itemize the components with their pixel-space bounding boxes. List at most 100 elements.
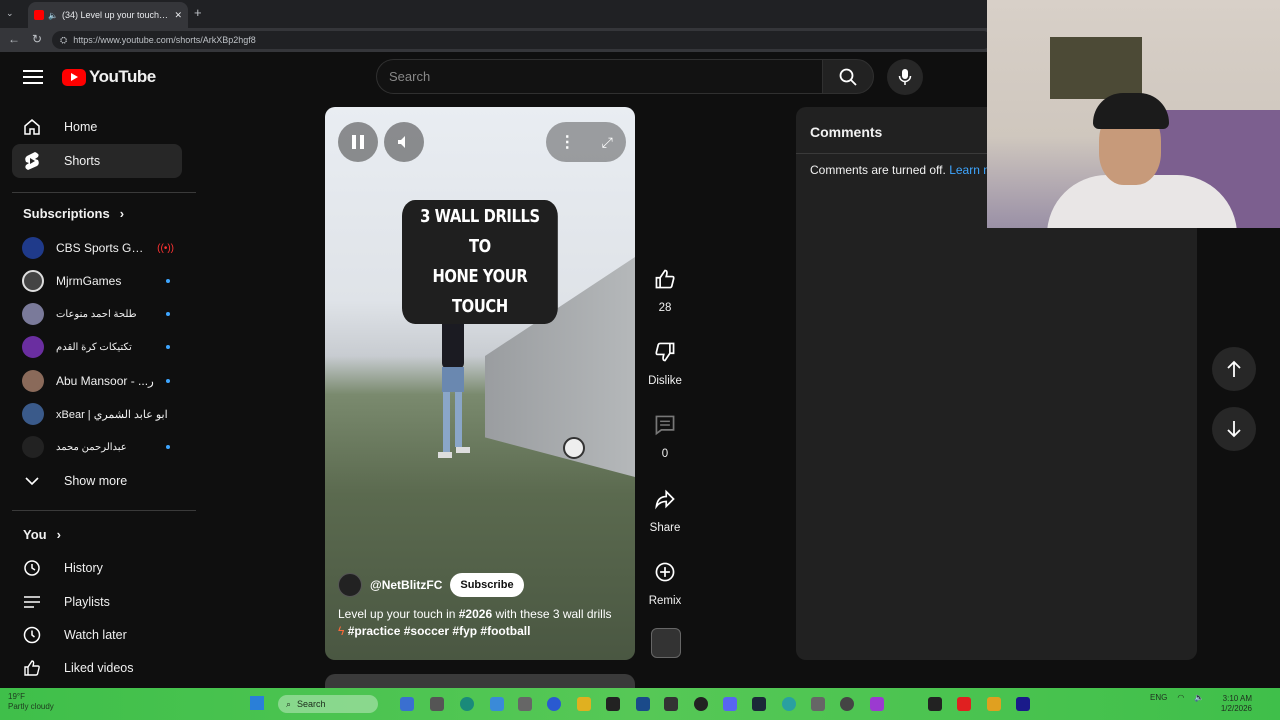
volume-button[interactable]	[384, 122, 424, 162]
task-view-icon[interactable]	[400, 697, 414, 711]
sidebar-item-shorts[interactable]: Shorts	[12, 144, 182, 178]
menu-icon[interactable]	[20, 66, 46, 88]
subscription-name: Abu Mansoor - ...ر	[56, 374, 154, 388]
next-video-preview[interactable]	[325, 674, 635, 688]
steam-icon[interactable]	[752, 697, 766, 711]
sidebar-item-label: History	[64, 561, 103, 575]
discord-icon[interactable]	[723, 697, 737, 711]
site-info-icon[interactable]: ⛭	[60, 35, 67, 46]
new-tab-button[interactable]: +	[194, 5, 202, 20]
fullscreen-icon[interactable]: ⤢	[602, 134, 613, 151]
app-icon[interactable]	[636, 697, 650, 711]
youtube-app-icon[interactable]	[957, 697, 971, 711]
hashtag-link[interactable]: #2026	[459, 607, 492, 621]
share-icon[interactable]	[648, 482, 682, 516]
shorts-video-player[interactable]: ⋮ ⤢ 3 WALL DRILLS TO HONE YOUR TOUCH @Ne…	[325, 107, 635, 660]
tab-list-chevron-icon[interactable]: ⌄	[6, 8, 14, 19]
subscriptions-heading[interactable]: Subscriptions ›	[23, 206, 124, 221]
close-tab-icon[interactable]: ✕	[174, 10, 182, 21]
show-more-button[interactable]: Show more	[12, 464, 182, 498]
history-icon	[22, 558, 42, 578]
remix-icon[interactable]	[648, 555, 682, 589]
audio-icon[interactable]: 🔈	[48, 11, 58, 20]
avatar	[22, 270, 44, 292]
subscription-item[interactable]: طلحة احمد منوعات	[22, 299, 182, 329]
chrome-icon[interactable]	[694, 697, 708, 711]
app-icon[interactable]	[987, 697, 1001, 711]
sidebar-item-history[interactable]: History	[12, 551, 182, 585]
you-heading[interactable]: You ›	[23, 527, 61, 542]
search-button[interactable]	[822, 59, 874, 94]
store-icon[interactable]	[490, 697, 504, 711]
comments-off-message: Comments are turned off. Learn m	[810, 163, 993, 177]
browser-tab[interactable]: 🔈 (34) Level up your touch in #2026 ✕	[28, 2, 188, 28]
pause-button[interactable]	[338, 122, 378, 162]
sidebar-item-watch-later[interactable]: Watch later	[12, 618, 182, 652]
webcam-person-hair	[1093, 93, 1169, 129]
like-icon[interactable]	[648, 262, 682, 296]
back-icon[interactable]: ←	[8, 32, 20, 46]
video-overlay-title: 3 WALL DRILLS TO HONE YOUR TOUCH	[402, 200, 558, 324]
subscription-name: MjrmGames	[56, 274, 122, 288]
address-bar[interactable]: ⛭ https://www.youtube.com/shorts/ArkXBp2…	[52, 31, 992, 49]
subscription-item[interactable]: عبدالرحمن محمد	[22, 432, 182, 462]
avatar	[22, 370, 44, 392]
windows-start-icon[interactable]	[250, 696, 264, 710]
app-icon[interactable]	[928, 697, 942, 711]
app-icon[interactable]	[811, 697, 825, 711]
next-video-button[interactable]	[1212, 407, 1256, 451]
sound-thumbnail[interactable]	[651, 628, 681, 658]
taskbar-clock[interactable]: 3:10 AM 1/2/2026	[1218, 694, 1252, 714]
subscription-item[interactable]: xBear | ابو عابد الشمري	[22, 399, 182, 429]
hashtags[interactable]: #practice #soccer #fyp #football	[348, 624, 531, 638]
previous-video-button[interactable]	[1212, 347, 1256, 391]
remix-action[interactable]: Remix	[645, 555, 685, 607]
clock-date: 1/2/2026	[1220, 704, 1252, 713]
app-icon[interactable]	[870, 697, 884, 711]
app-icon[interactable]	[518, 697, 532, 711]
weather-widget[interactable]: 19°F Partly cloudy	[8, 692, 54, 712]
sidebar-item-playlists[interactable]: Playlists	[12, 585, 182, 619]
search-input[interactable]	[389, 69, 822, 84]
subscription-item[interactable]: Abu Mansoor - ...ر	[22, 366, 182, 396]
search-box[interactable]	[376, 59, 822, 94]
share-action[interactable]: Share	[645, 482, 685, 534]
language-indicator[interactable]: ENG	[1150, 693, 1167, 702]
dislike-action[interactable]: Dislike	[645, 335, 685, 387]
avatar	[22, 403, 44, 425]
taskbar-search[interactable]: ⌕ Search	[278, 695, 378, 713]
app-icon[interactable]	[664, 697, 678, 711]
dislike-icon[interactable]	[648, 335, 682, 369]
subscription-item[interactable]: CBS Sports Gola... ((•))	[22, 233, 182, 263]
channel-name[interactable]: @NetBlitzFC	[370, 578, 442, 592]
app-icon[interactable]	[782, 697, 796, 711]
folder-icon[interactable]	[577, 697, 591, 711]
edge-icon[interactable]	[460, 697, 474, 711]
voice-search-button[interactable]	[887, 59, 923, 95]
comments-action[interactable]: 0	[645, 408, 685, 460]
subscription-name: طلحة احمد منوعات	[56, 308, 137, 320]
sidebar-item-home[interactable]: Home	[12, 110, 182, 144]
file-icon[interactable]	[430, 697, 444, 711]
reload-icon[interactable]: ↻	[32, 32, 42, 46]
subscription-item[interactable]: MjrmGames	[22, 266, 182, 296]
overlay-line-1: 3 WALL DRILLS TO	[420, 206, 540, 257]
youtube-logo[interactable]: YouTube	[62, 67, 156, 87]
search-icon: ⌕	[286, 698, 292, 709]
comment-icon[interactable]	[648, 408, 682, 442]
app-icon[interactable]	[1016, 697, 1030, 711]
obs-icon[interactable]	[840, 697, 854, 711]
subscription-item[interactable]: تكتيكات كرة القدم	[22, 332, 182, 362]
channel-avatar[interactable]	[338, 573, 362, 597]
subscribe-button[interactable]: Subscribe	[450, 573, 524, 597]
app-icon[interactable]	[547, 697, 561, 711]
sidebar-item-liked-videos[interactable]: Liked videos	[12, 651, 182, 685]
new-content-dot	[166, 312, 170, 316]
terminal-icon[interactable]	[606, 697, 620, 711]
speaker-icon[interactable]: 🔈	[1194, 693, 1204, 702]
wifi-icon[interactable]: ◠	[1177, 693, 1184, 702]
more-options-icon[interactable]: ⋮	[559, 132, 575, 152]
comment-count: 0	[661, 448, 669, 460]
avatar	[22, 436, 44, 458]
like-action[interactable]: 28	[645, 262, 685, 314]
